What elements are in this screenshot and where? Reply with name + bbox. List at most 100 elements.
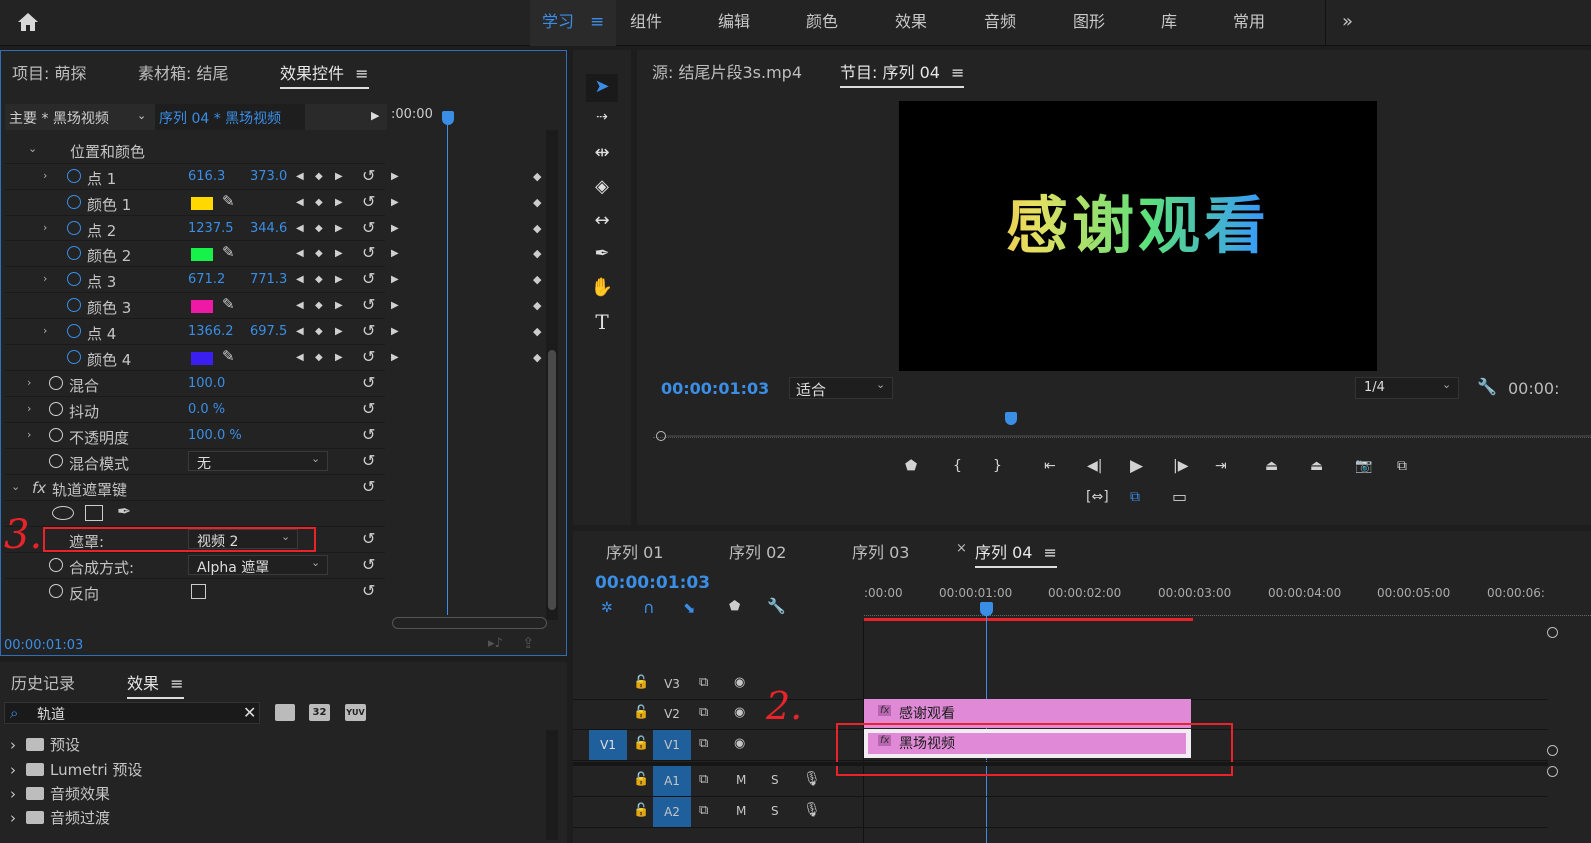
- add-marker-icon[interactable]: ⬟: [905, 458, 917, 474]
- linked-selection-icon[interactable]: ∩: [643, 598, 655, 617]
- param-y-value[interactable]: 344.6: [250, 221, 287, 236]
- composite-select[interactable]: Alpha 遮罩 ⌄: [188, 555, 328, 576]
- jitter-row[interactable]: › 抖动 0.0 % ↺: [5, 396, 385, 422]
- prev-keyframe-icon[interactable]: ◀: [296, 171, 304, 182]
- add-keyframe-icon[interactable]: ◆: [315, 274, 323, 285]
- reverse-checkbox[interactable]: [191, 584, 206, 599]
- keyframe-nav-icon[interactable]: ▶: [391, 248, 399, 259]
- next-keyframe-icon[interactable]: ▶: [335, 352, 343, 363]
- extract-icon[interactable]: ⏏: [1310, 458, 1323, 474]
- reset-icon[interactable]: ↺: [362, 166, 375, 185]
- add-keyframe-icon[interactable]: ◆: [315, 326, 323, 337]
- effects-item-lumetri[interactable]: › Lumetri 预设: [10, 759, 142, 780]
- program-playhead[interactable]: [1005, 412, 1017, 425]
- step-back-icon[interactable]: ◀|: [1087, 458, 1102, 474]
- razor-tool-icon[interactable]: ◈: [590, 176, 614, 200]
- timeline-settings-icon[interactable]: 🔧: [767, 597, 786, 615]
- hand-tool-icon[interactable]: ✋: [590, 277, 614, 301]
- add-keyframe-icon[interactable]: ◆: [315, 300, 323, 311]
- sync-lock-icon[interactable]: ⧉: [699, 803, 708, 818]
- prev-keyframe-icon[interactable]: ◀: [296, 274, 304, 285]
- mute-button[interactable]: M: [736, 773, 746, 787]
- stopwatch-icon[interactable]: [49, 402, 63, 416]
- stopwatch-icon[interactable]: [67, 220, 81, 235]
- timeline-timecode[interactable]: 00:00:01:03: [595, 573, 710, 593]
- eye-icon[interactable]: ◉: [734, 705, 745, 720]
- yuv-icon[interactable]: YUV: [345, 704, 366, 721]
- lock-icon[interactable]: 🔓: [633, 736, 649, 751]
- stopwatch-icon[interactable]: [67, 349, 81, 364]
- workspace-menu-icon[interactable]: ≡: [590, 0, 604, 46]
- chevron-right-icon[interactable]: ›: [27, 376, 31, 389]
- master-clip-label[interactable]: 主要 * 黑场视频: [9, 108, 109, 128]
- comparison-view-icon[interactable]: ⧉: [1397, 458, 1407, 474]
- prev-keyframe-icon[interactable]: ◀: [296, 197, 304, 208]
- keyframe-nav-icon[interactable]: ▶: [391, 274, 399, 285]
- video-audio-divider[interactable]: [573, 762, 1548, 766]
- solo-button[interactable]: S: [771, 773, 779, 787]
- 32-bit-icon[interactable]: 32: [309, 704, 330, 721]
- track-target[interactable]: A2: [653, 797, 691, 827]
- stopwatch-icon[interactable]: [67, 246, 81, 261]
- reset-icon[interactable]: ↺: [362, 399, 375, 418]
- source-patch[interactable]: V1: [589, 730, 627, 760]
- track-select-tool-icon[interactable]: ⇢: [590, 109, 614, 133]
- ellipse-mask-icon[interactable]: [52, 506, 74, 520]
- keyframe-diamond-icon[interactable]: ◆: [533, 299, 541, 312]
- tab-program[interactable]: 节目: 序列 04 ≡: [840, 59, 965, 88]
- workspace-editing[interactable]: 编辑: [718, 0, 750, 46]
- chevron-right-icon[interactable]: ›: [27, 428, 31, 441]
- lock-icon[interactable]: 🔓: [633, 675, 649, 690]
- stopwatch-icon[interactable]: [49, 558, 63, 572]
- new-bin-icon[interactable]: [275, 704, 295, 721]
- next-keyframe-icon[interactable]: ▶: [335, 274, 343, 285]
- keyframe-nav-icon[interactable]: ▶: [391, 352, 399, 363]
- color-swatch[interactable]: [191, 300, 213, 313]
- reset-icon[interactable]: ↺: [362, 581, 375, 600]
- param-y-value[interactable]: 771.3: [250, 272, 287, 287]
- microphone-icon[interactable]: 🎙: [803, 771, 821, 787]
- sync-lock-icon[interactable]: ⧉: [699, 705, 708, 720]
- lift-icon[interactable]: ⏏: [1265, 458, 1278, 474]
- keyframe-diamond-icon[interactable]: ◆: [533, 325, 541, 338]
- workspace-common[interactable]: 常用: [1233, 0, 1265, 46]
- param-row[interactable]: › 点 1 616.3 373.0 ◀ ◆ ▶ ↺ ▶: [5, 163, 399, 189]
- zoom-bar[interactable]: [667, 435, 1591, 437]
- reset-icon[interactable]: ↺: [362, 192, 375, 211]
- go-to-in-icon[interactable]: ⇤: [1044, 458, 1056, 474]
- export-icon[interactable]: ⇪: [522, 634, 535, 652]
- mark-out-icon[interactable]: }: [993, 458, 1002, 474]
- program-timecode[interactable]: 00:00:01:03: [661, 379, 769, 398]
- reset-icon[interactable]: ↺: [362, 218, 375, 237]
- prev-keyframe-icon[interactable]: ◀: [296, 352, 304, 363]
- next-keyframe-icon[interactable]: ▶: [335, 300, 343, 311]
- jitter-value[interactable]: 0.0 %: [188, 402, 225, 417]
- param-row[interactable]: 颜色 4 ✎ ◀ ◆ ▶ ↺ ▶: [5, 343, 399, 370]
- close-tab-icon[interactable]: ×: [956, 541, 967, 556]
- add-keyframe-icon[interactable]: ◆: [315, 352, 323, 363]
- effects-item-audio-effects[interactable]: › 音频效果: [10, 783, 110, 804]
- tab-sequence-04[interactable]: 序列 04 ≡: [975, 539, 1057, 568]
- prev-keyframe-icon[interactable]: ◀: [296, 223, 304, 234]
- next-keyframe-icon[interactable]: ▶: [335, 197, 343, 208]
- param-row[interactable]: 颜色 2 ✎ ◀ ◆ ▶ ↺ ▶: [5, 240, 399, 266]
- opacity-row[interactable]: › 不透明度 100.0 % ↺: [5, 422, 385, 448]
- tab-bin[interactable]: 素材箱: 结尾: [138, 60, 228, 84]
- stopwatch-icon[interactable]: [49, 376, 63, 390]
- workspace-color[interactable]: 颜色: [806, 0, 838, 46]
- add-marker-timeline-icon[interactable]: ⬊: [683, 599, 696, 617]
- type-tool-icon[interactable]: T: [590, 310, 614, 334]
- workspace-libraries[interactable]: 库: [1161, 0, 1177, 46]
- param-row[interactable]: › 点 4 1366.2 697.5 ◀ ◆ ▶ ↺ ▶: [5, 317, 399, 344]
- blend-mode-select[interactable]: 无 ⌄: [188, 451, 328, 472]
- timeline-ruler[interactable]: :00:00 00:00:01:00 00:00:02:00 00:00:03:…: [864, 586, 1591, 618]
- section-position-color[interactable]: ⌄ 位置和颜色: [6, 137, 386, 163]
- vscroll-handle-video[interactable]: [1547, 745, 1558, 756]
- stopwatch-icon[interactable]: [49, 584, 63, 598]
- microphone-icon[interactable]: 🎙: [803, 802, 821, 818]
- reset-icon[interactable]: ↺: [362, 295, 375, 314]
- stopwatch-icon[interactable]: [67, 323, 81, 338]
- add-keyframe-icon[interactable]: ◆: [315, 223, 323, 234]
- eye-icon[interactable]: ◉: [734, 736, 745, 751]
- play-triangle-icon[interactable]: ▶: [371, 109, 379, 122]
